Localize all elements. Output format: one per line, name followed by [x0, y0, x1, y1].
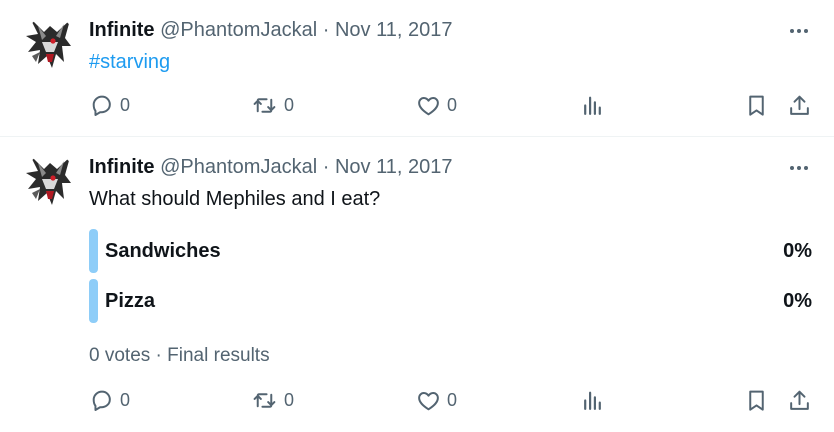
hashtag-link[interactable]: #starving	[89, 51, 170, 73]
timestamp[interactable]: Nov 11, 2017	[335, 19, 453, 41]
reply-icon	[89, 388, 114, 413]
tweet-text: What should Mephiles and I eat?	[89, 188, 381, 210]
like-count: 0	[447, 94, 458, 115]
share-button[interactable]	[787, 90, 812, 120]
avatar[interactable]	[24, 153, 76, 205]
poll-bar	[89, 279, 98, 323]
action-bar: 0 0 0	[0, 385, 834, 415]
timestamp[interactable]: Nov 11, 2017	[335, 156, 453, 178]
poll-option-label: Pizza	[105, 290, 156, 312]
tweet-header: Infinite @PhantomJackal · Nov 11, 2017	[89, 16, 452, 44]
retweet-icon	[251, 388, 278, 413]
tweet-text: #starving	[89, 48, 170, 76]
bookmark-button[interactable]	[744, 385, 769, 415]
separator: ·	[155, 345, 162, 366]
bookmark-button[interactable]	[744, 90, 769, 120]
reply-button[interactable]: 0	[89, 385, 130, 415]
poll-option-label: Sandwiches	[105, 240, 221, 262]
avatar-image	[24, 16, 76, 68]
retweet-count: 0	[284, 94, 295, 115]
analytics-icon	[580, 93, 605, 118]
share-icon	[787, 388, 812, 413]
poll-option-percent: 0%	[783, 290, 812, 312]
tweet[interactable]: Infinite @PhantomJackal · Nov 11, 2017 W…	[0, 137, 834, 432]
display-name[interactable]: Infinite	[89, 19, 155, 41]
tweet[interactable]: Infinite @PhantomJackal · Nov 11, 2017 #…	[0, 0, 834, 137]
bookmark-icon	[744, 388, 769, 413]
username[interactable]: @PhantomJackal	[160, 19, 317, 41]
retweet-button[interactable]: 0	[251, 90, 294, 120]
avatar-image	[24, 153, 76, 205]
share-button[interactable]	[787, 385, 812, 415]
reply-button[interactable]: 0	[89, 90, 130, 120]
poll-status: Final results	[167, 345, 270, 366]
more-icon[interactable]	[786, 20, 812, 42]
share-icon	[787, 93, 812, 118]
retweet-count: 0	[284, 389, 295, 410]
retweet-button[interactable]: 0	[251, 385, 294, 415]
reply-count: 0	[120, 94, 131, 115]
avatar[interactable]	[24, 16, 76, 68]
bookmark-icon	[744, 93, 769, 118]
separator: ·	[322, 156, 330, 178]
heart-icon	[416, 93, 441, 118]
action-bar: 0 0 0	[0, 90, 834, 120]
heart-icon	[416, 388, 441, 413]
like-count: 0	[447, 389, 458, 410]
analytics-icon	[580, 388, 605, 413]
poll-footer: 0 votes · Final results	[89, 343, 270, 369]
username[interactable]: @PhantomJackal	[160, 156, 317, 178]
tweet-header: Infinite @PhantomJackal · Nov 11, 2017	[89, 153, 452, 181]
more-icon[interactable]	[786, 157, 812, 179]
reply-count: 0	[120, 389, 131, 410]
retweet-icon	[251, 93, 278, 118]
reply-icon	[89, 93, 114, 118]
separator: ·	[322, 19, 330, 41]
views-button[interactable]	[580, 90, 605, 120]
views-button[interactable]	[580, 385, 605, 415]
vote-count: 0 votes	[89, 345, 151, 366]
poll-option-percent: 0%	[783, 240, 812, 262]
display-name[interactable]: Infinite	[89, 156, 155, 178]
poll-bar	[89, 229, 98, 273]
poll-option: Pizza 0%	[89, 279, 812, 323]
poll-option: Sandwiches 0%	[89, 229, 812, 273]
like-button[interactable]: 0	[416, 90, 457, 120]
like-button[interactable]: 0	[416, 385, 457, 415]
